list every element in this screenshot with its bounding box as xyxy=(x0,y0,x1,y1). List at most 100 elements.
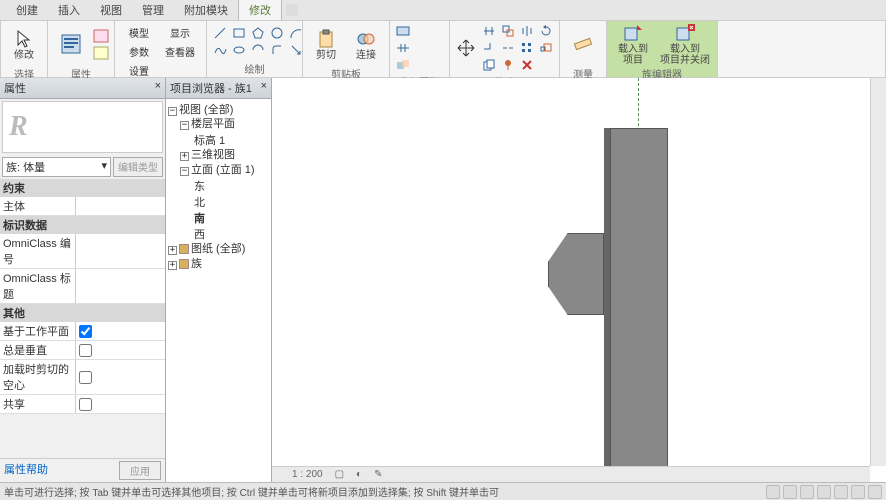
tree-east[interactable]: 东 xyxy=(168,178,269,194)
load-close-button[interactable]: 载入到 项目并关闭 xyxy=(657,23,713,65)
omniclass-title-value[interactable] xyxy=(76,269,165,303)
join-geom-button[interactable] xyxy=(394,57,412,73)
cut-void-checkbox[interactable] xyxy=(79,371,92,384)
type-props-button[interactable] xyxy=(92,45,110,61)
section-other[interactable]: 其他 xyxy=(0,304,165,322)
host-value[interactable] xyxy=(76,197,165,215)
tab-view[interactable]: 视图 xyxy=(90,0,132,20)
show-button[interactable]: 显示 xyxy=(160,23,200,41)
tab-insert[interactable]: 插入 xyxy=(48,0,90,20)
array-button[interactable] xyxy=(518,40,536,56)
section-id-data[interactable]: 标识数据 xyxy=(0,216,165,234)
tree-toggle[interactable]: + xyxy=(168,261,177,270)
tree-floorplans[interactable]: 楼层平面 xyxy=(191,118,235,130)
tree-west[interactable]: 西 xyxy=(168,226,269,242)
tree-toggle[interactable]: + xyxy=(168,246,177,255)
always-vertical-checkbox[interactable] xyxy=(79,344,92,357)
scrollbar-vertical[interactable] xyxy=(870,78,886,466)
status-icon[interactable] xyxy=(800,485,814,499)
tree-families[interactable]: 族 xyxy=(191,258,202,270)
model-button[interactable]: 模型 xyxy=(119,23,159,41)
delete-button[interactable] xyxy=(518,57,536,73)
tree-level1[interactable]: 标高 1 xyxy=(168,132,269,148)
status-icon[interactable] xyxy=(783,485,797,499)
tab-manage[interactable]: 管理 xyxy=(132,0,174,20)
properties-header: 属性 × xyxy=(0,78,165,99)
spline-tool[interactable] xyxy=(211,42,229,58)
status-icon[interactable] xyxy=(868,485,882,499)
polygon-tool[interactable] xyxy=(249,25,267,41)
close-icon[interactable]: × xyxy=(155,80,161,96)
join-button[interactable]: 连接 xyxy=(347,23,385,65)
cut-geom-button[interactable] xyxy=(394,40,412,56)
modify-button[interactable]: 修改 xyxy=(5,23,43,65)
move-button[interactable] xyxy=(454,27,478,69)
pin-button[interactable] xyxy=(499,57,517,73)
set-button[interactable]: 设置 xyxy=(119,61,159,79)
family-type-select[interactable]: 族: 体量 ▾ xyxy=(2,157,111,177)
family-types-button[interactable] xyxy=(92,28,110,44)
viewbar-icon[interactable]: ✎ xyxy=(374,469,382,480)
tab-addins[interactable]: 附加模块 xyxy=(174,0,238,20)
tab-modify[interactable]: 修改 xyxy=(238,0,282,20)
tree-toggle[interactable]: + xyxy=(180,152,189,161)
tree-toggle[interactable]: − xyxy=(180,121,189,130)
model-pillar xyxy=(610,128,668,482)
measure-button[interactable] xyxy=(564,23,602,65)
viewbar-icon[interactable]: ◐ xyxy=(356,469,362,480)
ellipse-tool[interactable] xyxy=(230,42,248,58)
status-icon[interactable] xyxy=(851,485,865,499)
align-button[interactable] xyxy=(480,23,498,39)
status-icons xyxy=(766,485,882,499)
param-button[interactable]: 参数 xyxy=(119,42,159,60)
viewbar-icon[interactable]: ▢ xyxy=(335,469,344,480)
properties-help-link[interactable]: 属性帮助 xyxy=(4,461,48,480)
line-tool[interactable] xyxy=(211,25,229,41)
paste-button[interactable]: 剪切 xyxy=(307,23,345,65)
trim-button[interactable] xyxy=(480,40,498,56)
edit-type-button[interactable]: 编辑类型 xyxy=(113,157,163,177)
viewer-button[interactable]: 查看器 xyxy=(160,42,200,60)
workplane-based-checkbox[interactable] xyxy=(79,325,92,338)
mirror-button[interactable] xyxy=(518,23,536,39)
tree-3dviews[interactable]: 三维视图 xyxy=(191,149,235,161)
offset-button[interactable] xyxy=(499,23,517,39)
copy-button[interactable] xyxy=(480,57,498,73)
rect-tool[interactable] xyxy=(230,25,248,41)
scale-display[interactable]: 1 : 200 xyxy=(292,469,323,480)
fillet-tool[interactable] xyxy=(268,42,286,58)
arc3pt-tool[interactable] xyxy=(249,42,267,58)
cursor-icon xyxy=(13,28,35,50)
apply-button[interactable]: 应用 xyxy=(119,461,161,480)
rotate-button[interactable] xyxy=(537,23,555,39)
cope-button[interactable] xyxy=(394,23,412,39)
tree-elevations[interactable]: 立面 (立面 1) xyxy=(191,164,255,176)
close-icon[interactable]: × xyxy=(261,80,267,96)
group-measure: 测量 xyxy=(560,21,607,77)
tree-south[interactable]: 南 xyxy=(168,210,269,226)
tree-views-root[interactable]: 视图 (全部) xyxy=(179,104,233,116)
status-icon[interactable] xyxy=(834,485,848,499)
circle-tool[interactable] xyxy=(268,25,286,41)
join-icon xyxy=(355,28,377,50)
view-canvas[interactable]: 1 : 200 ▢ ◐ ✎ xyxy=(272,78,886,482)
group-select: 修改 选择 xyxy=(1,21,48,77)
tree-north[interactable]: 北 xyxy=(168,194,269,210)
properties-button[interactable] xyxy=(52,23,90,65)
tab-create[interactable]: 创建 xyxy=(6,0,48,20)
cut-void-label: 加载时剪切的空心 xyxy=(0,360,76,394)
scale-button[interactable] xyxy=(537,40,555,56)
split-button[interactable] xyxy=(499,40,517,56)
tree-toggle[interactable]: − xyxy=(168,107,177,116)
group-workplane: 模型 显示 参数 查看器 设置 工作平面 xyxy=(115,21,207,77)
load-into-project-button[interactable]: 载入到 项目 xyxy=(611,23,655,65)
status-icon[interactable] xyxy=(817,485,831,499)
omniclass-num-input[interactable] xyxy=(79,245,162,257)
status-icon[interactable] xyxy=(766,485,780,499)
tab-overflow-icon[interactable] xyxy=(286,4,298,16)
shared-checkbox[interactable] xyxy=(79,398,92,411)
tree-sheets[interactable]: 图纸 (全部) xyxy=(191,243,245,255)
tree-toggle[interactable]: − xyxy=(180,167,189,176)
load-icon xyxy=(622,22,644,44)
section-constraints[interactable]: 约束 xyxy=(0,179,165,197)
